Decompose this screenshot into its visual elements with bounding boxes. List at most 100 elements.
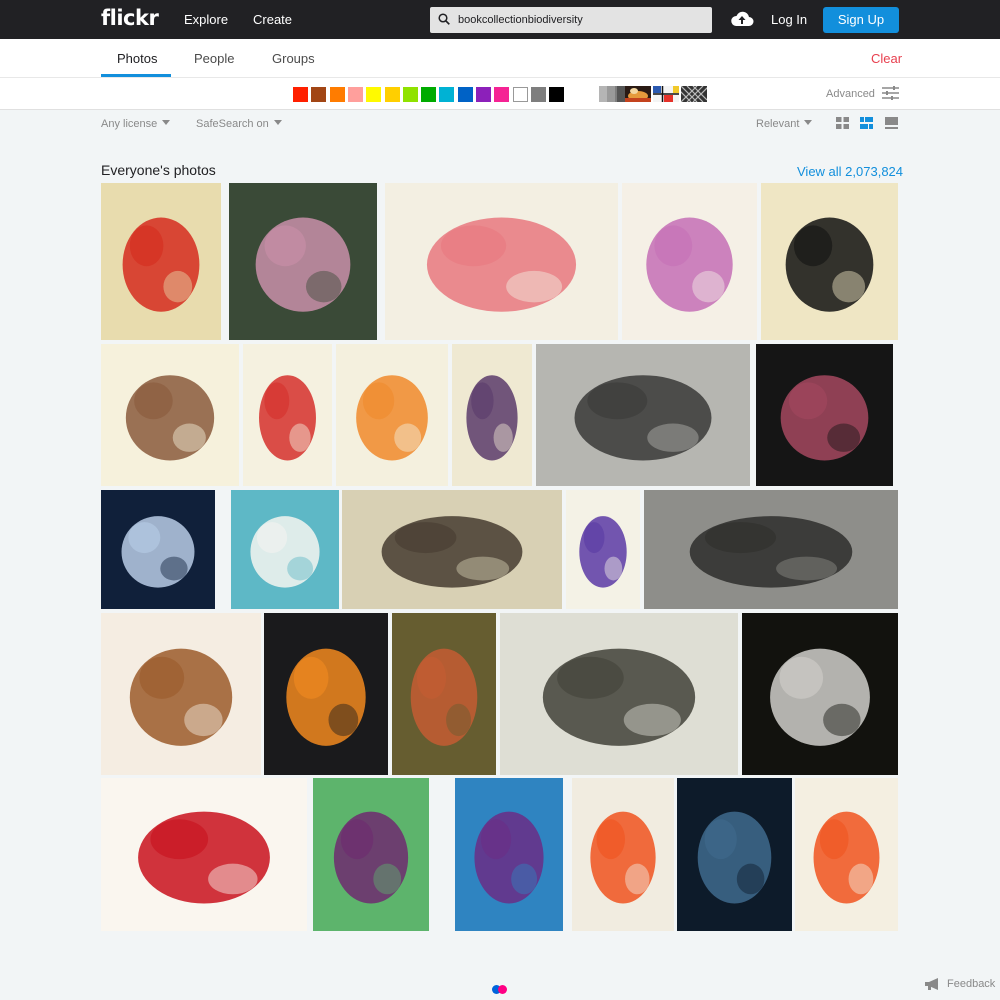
photo-image [121,516,195,588]
safesearch-dropdown[interactable]: SafeSearch on [196,118,282,130]
tab-groups[interactable]: Groups [272,51,315,66]
photo-image [426,217,577,312]
photo-thumbnail[interactable] [756,344,893,486]
search-input[interactable] [458,10,703,30]
view-all-link[interactable]: View all 2,073,824 [797,164,903,179]
photo-image [129,648,233,746]
photo-image [780,375,869,461]
advanced-settings-icon[interactable] [882,85,899,101]
color-swatch[interactable] [421,87,437,102]
photo-thumbnail[interactable] [101,344,239,486]
color-swatch[interactable] [457,87,473,102]
photo-thumbnail[interactable] [795,778,898,931]
license-label: Any license [101,118,158,130]
color-swatch[interactable] [384,87,400,102]
search-tabs-bar: Photos People Groups [0,39,1000,77]
color-swatch[interactable] [311,87,327,102]
photo-image [785,217,874,312]
photo-image [542,648,696,746]
color-swatch[interactable] [494,87,510,102]
photo-thumbnail[interactable] [455,778,563,931]
style-minimalist-icon[interactable] [653,86,679,102]
photo-thumbnail[interactable] [101,183,221,340]
clear-link[interactable]: Clear [871,51,902,66]
photo-thumbnail[interactable] [566,490,640,609]
search-icon[interactable] [438,13,450,25]
style-patterns-icon[interactable] [681,86,707,102]
single-view-icon[interactable] [885,117,898,129]
photo-image [410,648,478,746]
photo-thumbnail[interactable] [536,344,750,486]
grid-view-icon[interactable] [836,117,849,129]
photo-image [381,516,523,588]
flickr-logo[interactable]: flickr [101,6,159,30]
nav-create-link[interactable]: Create [253,12,292,27]
nav-explore-link[interactable]: Explore [184,12,228,27]
photo-thumbnail[interactable] [243,344,332,486]
color-swatch[interactable] [530,87,546,102]
photo-image [138,811,270,904]
photo-thumbnail[interactable] [452,344,532,486]
photo-thumbnail[interactable] [231,490,339,609]
photo-image [356,375,428,461]
chevron-down-icon [273,120,282,125]
color-swatch[interactable] [402,87,418,102]
upload-cloud-icon[interactable] [730,9,754,29]
tab-photos[interactable]: Photos [117,51,157,66]
photo-image [697,811,772,904]
style-black-and-white-icon[interactable] [599,86,625,102]
search-box [430,7,712,33]
photo-image [689,516,853,588]
photo-thumbnail[interactable] [229,183,377,340]
megaphone-icon [925,978,938,990]
photo-image [122,217,200,312]
photo-image [255,217,351,312]
photo-thumbnail[interactable] [392,613,496,775]
color-swatch[interactable] [366,87,382,102]
color-swatch[interactable] [549,87,565,102]
color-swatch[interactable] [476,87,491,102]
color-swatch[interactable] [512,87,528,102]
photo-thumbnail[interactable] [622,183,757,340]
photo-thumbnail[interactable] [644,490,898,609]
section-title: Everyone's photos [101,162,216,178]
photo-thumbnail[interactable] [385,183,618,340]
photo-image [474,811,544,904]
photo-thumbnail[interactable] [313,778,429,931]
sort-label: Relevant [756,118,800,130]
photo-thumbnail[interactable] [342,490,562,609]
sort-dropdown[interactable]: Relevant [756,118,813,130]
photo-thumbnail[interactable] [500,613,738,775]
login-link[interactable]: Log In [771,12,807,27]
photo-image [125,375,215,461]
color-swatch[interactable] [293,87,308,102]
photo-thumbnail[interactable] [101,778,307,931]
photo-thumbnail[interactable] [742,613,898,775]
photo-thumbnail[interactable] [572,778,674,931]
photo-image [770,648,870,746]
photo-image [574,375,712,461]
chevron-down-icon [804,120,813,125]
photo-thumbnail[interactable] [264,613,388,775]
tab-people[interactable]: People [194,51,234,66]
photo-image [646,217,733,312]
photo-thumbnail[interactable] [761,183,898,340]
style-shallow-depth-icon[interactable] [625,86,651,102]
photo-thumbnail[interactable] [101,613,261,775]
safesearch-label: SafeSearch on [196,118,269,130]
color-swatch[interactable] [347,87,363,102]
feedback-label: Feedback [947,978,996,990]
color-filter-bar: Advanced [0,77,1000,110]
justified-view-icon[interactable] [860,117,873,129]
photo-image [590,811,656,904]
photo-thumbnail[interactable] [677,778,792,931]
advanced-link[interactable]: Advanced [826,88,875,100]
photo-thumbnail[interactable] [336,344,448,486]
license-dropdown[interactable]: Any license [101,118,171,130]
photo-image [813,811,880,904]
chevron-down-icon [162,120,171,125]
signup-button[interactable]: Sign Up [823,7,899,33]
color-swatch[interactable] [439,87,455,102]
color-swatch[interactable] [329,87,345,102]
photo-thumbnail[interactable] [101,490,215,609]
